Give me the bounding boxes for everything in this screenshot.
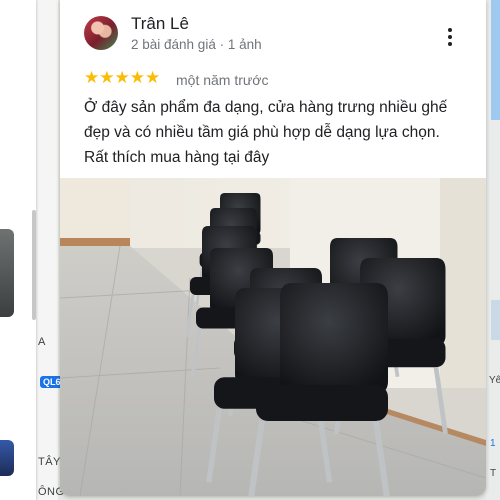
review-text: Ở đây sản phẩm đa dạng, cửa hàng trưng n…	[84, 99, 448, 166]
review-date: một năm trước	[176, 72, 269, 88]
map-label: TÂY	[38, 456, 61, 468]
author-avatar[interactable]	[84, 16, 118, 50]
map-road	[491, 0, 500, 120]
place-thumbnail[interactable]	[0, 229, 14, 317]
map-label: 1	[490, 438, 496, 449]
more-options-icon[interactable]	[440, 24, 460, 50]
review-photo[interactable]	[60, 178, 486, 496]
map-label: A	[38, 336, 46, 348]
star-rating: ★★★★★	[84, 68, 161, 87]
map-road	[491, 300, 500, 340]
review-card: Trân Lê 2 bài đánh giá · 1 ảnh ★★★★★ một…	[60, 0, 486, 496]
chairs-photo-icon	[60, 178, 486, 496]
map-label: Yê	[489, 375, 500, 386]
map-label: T	[490, 468, 497, 479]
author-meta: 2 bài đánh giá · 1 ảnh	[131, 37, 262, 52]
scrollbar[interactable]	[32, 210, 36, 320]
author-name[interactable]: Trân Lê	[131, 14, 189, 34]
place-thumbnail[interactable]	[0, 440, 14, 476]
